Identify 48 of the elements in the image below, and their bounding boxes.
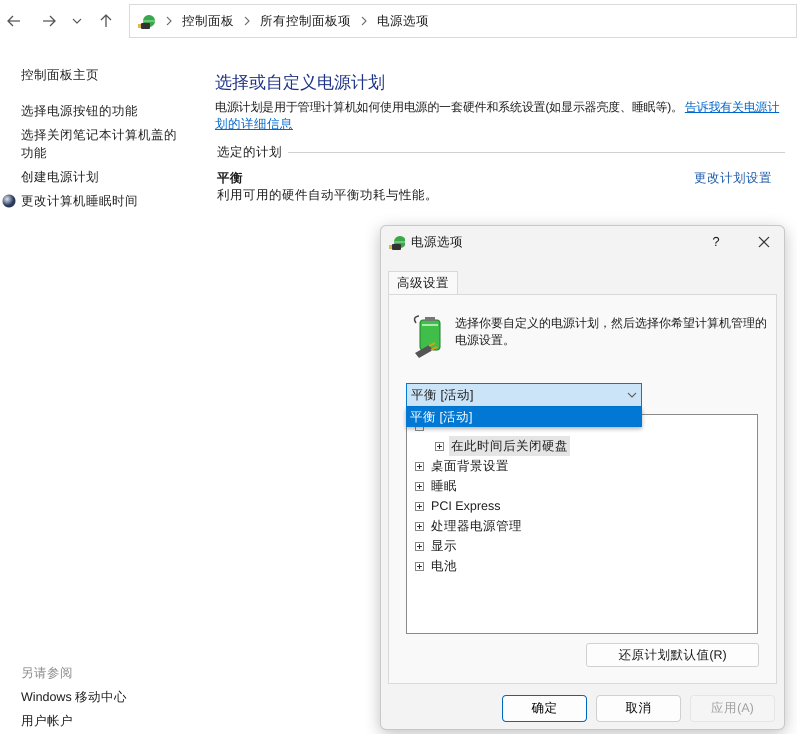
section-heading: 另请参阅 [21, 665, 74, 682]
sidebar-link[interactable]: 选择电源按钮的功能 [21, 102, 186, 120]
sidebar-link[interactable]: 控制面板主页 [21, 66, 186, 84]
plan-name: 平衡 [217, 170, 243, 187]
page-title: 选择或自定义电源计划 [215, 72, 385, 94]
up-arrow-icon[interactable] [98, 13, 114, 29]
chevron-right-icon [166, 16, 172, 26]
plan-description: 利用可用的硬件自动平衡功耗与性能。 [216, 186, 438, 204]
sleep-moon-icon [2, 194, 16, 208]
help-button[interactable]: ? [704, 232, 728, 252]
restore-defaults-button[interactable]: 还原计划默认值(R) [586, 643, 759, 667]
power-plug-icon [138, 12, 156, 30]
breadcrumb-item[interactable]: 所有控制面板项 [260, 12, 351, 30]
breadcrumb-item[interactable]: 电源选项 [377, 12, 429, 30]
sidebar-link[interactable]: 创建电源计划 [21, 168, 186, 186]
forward-arrow-icon[interactable] [41, 13, 57, 29]
section-heading: 选定的计划 [217, 144, 282, 161]
info-link[interactable]: 划的详细信息 [215, 116, 293, 133]
description-text: 电源计划是用于管理计算机如何使用电源的一套硬件和系统设置(如显示器亮度、睡眠等)。 [215, 99, 683, 116]
info-link[interactable]: 告诉我有关电源计 [684, 99, 780, 116]
dropdown-option[interactable]: 平衡 [活动] [406, 407, 642, 427]
address-bar[interactable]: 控制面板 所有控制面板项 电源选项 [129, 4, 797, 38]
expand-icon[interactable] [415, 502, 424, 510]
window-title: 电源选项 [411, 234, 464, 251]
power-plug-icon [389, 233, 405, 251]
expand-icon[interactable] [435, 442, 444, 450]
plan-dropdown[interactable]: 平衡 [活动] [406, 383, 642, 407]
back-arrow-icon[interactable] [6, 13, 22, 29]
intro-text: 选择你要自定义的电源计划，然后选择你希望计算机管理的电源设置。 [455, 315, 768, 349]
tab[interactable]: 高级设置 [388, 271, 458, 295]
chevron-right-icon [244, 16, 250, 26]
expand-icon[interactable] [415, 562, 424, 570]
sidebar-link[interactable]: 选择关闭笔记本计算机盖的功能 [21, 126, 186, 162]
sidebar-link[interactable]: 更改计算机睡眠时间 [21, 192, 186, 210]
dialog-button[interactable]: 取消 [596, 695, 681, 722]
change-plan-link[interactable]: 更改计划设置 [694, 170, 772, 187]
sidebar-link[interactable]: 用户帐户 [21, 713, 128, 730]
expand-icon[interactable] [415, 522, 424, 530]
sidebar-link[interactable]: Windows 移动中心 [21, 689, 128, 706]
expand-icon[interactable] [415, 542, 424, 550]
close-icon[interactable] [758, 236, 770, 248]
dialog-button[interactable]: 确定 [502, 695, 587, 722]
expand-icon[interactable] [415, 482, 424, 490]
expand-icon[interactable] [415, 462, 424, 470]
chevron-right-icon [361, 16, 367, 26]
chevron-down-icon [627, 392, 637, 398]
breadcrumb-item[interactable]: 控制面板 [182, 12, 234, 30]
tree-item[interactable]: 在此时间后关闭硬盘 [449, 436, 570, 456]
